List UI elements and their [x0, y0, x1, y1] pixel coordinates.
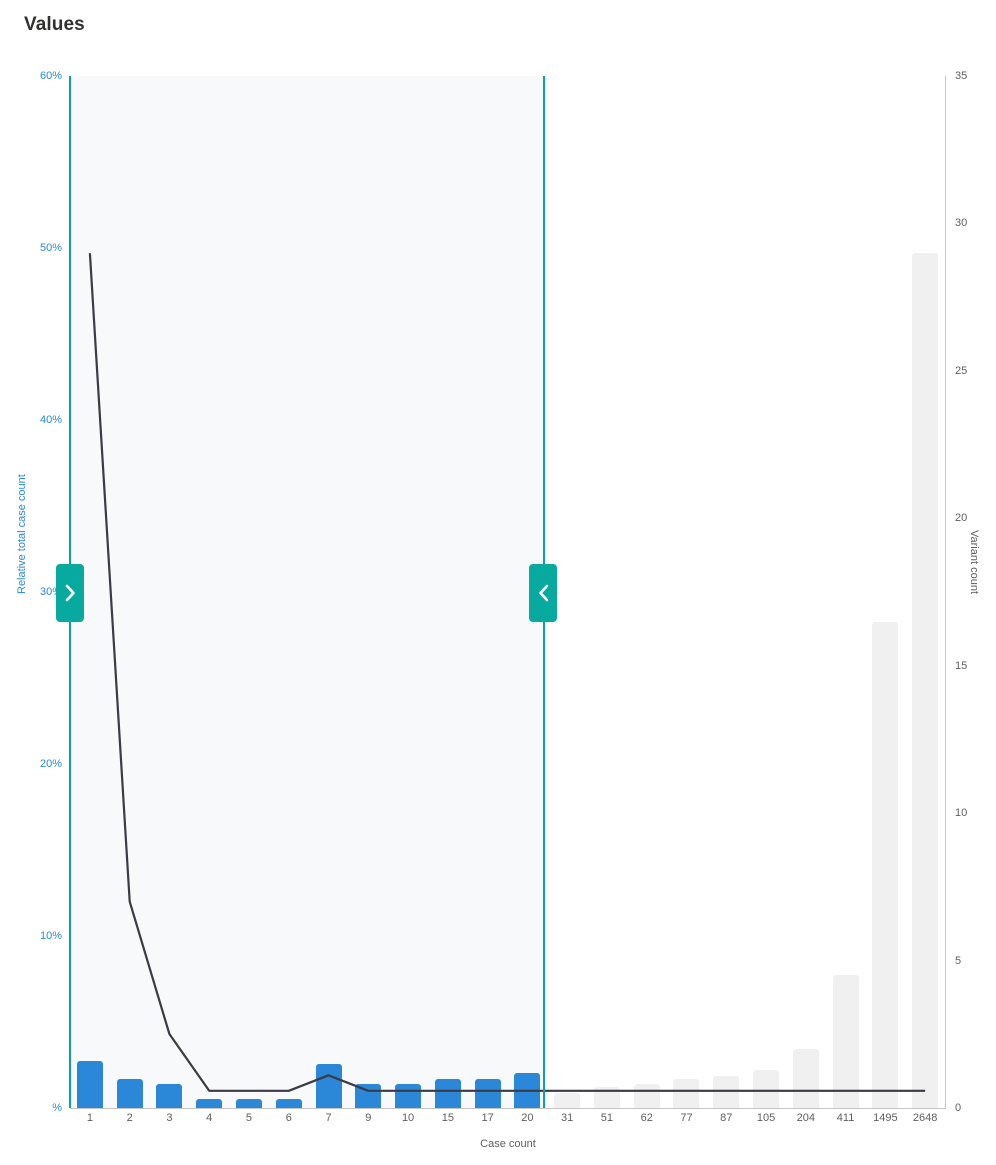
brush-selection-region[interactable]: [70, 76, 544, 1108]
bar-6[interactable]: [275, 1099, 302, 1108]
chevron-right-icon: [64, 583, 77, 603]
bar-3[interactable]: [156, 1084, 183, 1108]
x-tick-4: 4: [206, 1112, 213, 1124]
bar-7[interactable]: [315, 1063, 342, 1108]
values-panel: Values Relative total case count % 10% 20%…: [0, 0, 996, 1165]
bar-62[interactable]: [633, 1084, 660, 1108]
left-y-tick-6: 60%: [39, 70, 62, 82]
bar-17[interactable]: [474, 1078, 501, 1108]
bar-15[interactable]: [434, 1078, 461, 1108]
x-tick-6: 6: [285, 1112, 292, 1124]
right-y-axis-line: [945, 76, 946, 1109]
bar-10[interactable]: [395, 1084, 422, 1108]
x-tick-87: 87: [720, 1112, 733, 1124]
bar-1[interactable]: [76, 1060, 103, 1108]
bar-51[interactable]: [593, 1087, 620, 1108]
left-y-tick-5: 50%: [39, 242, 62, 254]
x-tick-9: 9: [365, 1112, 372, 1124]
right-y-tick-5: 25: [955, 364, 968, 377]
bar-9[interactable]: [355, 1084, 382, 1108]
x-tick-1495: 1495: [873, 1112, 898, 1124]
chevron-left-icon: [537, 583, 550, 603]
x-tick-5: 5: [245, 1112, 253, 1124]
bar-20[interactable]: [514, 1072, 541, 1108]
bar-1495[interactable]: [872, 621, 899, 1108]
bar-31[interactable]: [554, 1093, 581, 1108]
x-tick-7: 7: [325, 1112, 332, 1124]
bar-5[interactable]: [235, 1099, 262, 1108]
left-y-tick-1: 10%: [39, 930, 62, 942]
left-y-tick-2: 20%: [39, 758, 62, 770]
bar-204[interactable]: [792, 1049, 819, 1108]
bar-77[interactable]: [673, 1078, 700, 1108]
bar-2648[interactable]: [912, 252, 939, 1108]
brush-handle-right[interactable]: [529, 564, 557, 622]
bar-105[interactable]: [753, 1069, 780, 1108]
x-axis: 1 2 3 4 5 6 7 9 10 15 17 20 31 51 62 77 87 105 204 411 1495 2…: [70, 1112, 945, 1162]
bar-411[interactable]: [832, 975, 859, 1108]
x-tick-2: 2: [126, 1112, 133, 1124]
brush-handle-left[interactable]: [56, 564, 84, 622]
x-tick-51: 51: [600, 1112, 614, 1124]
right-y-tick-0: 0: [955, 1102, 962, 1114]
x-tick-10: 10: [401, 1112, 415, 1124]
right-y-tick-4: 20: [955, 512, 968, 525]
x-tick-31: 31: [561, 1112, 574, 1124]
x-tick-15: 15: [441, 1112, 454, 1124]
right-y-axis-label: Variant count: [968, 530, 980, 595]
right-y-tick-6: 30: [955, 217, 968, 230]
x-tick-2648: 2648: [912, 1112, 938, 1124]
x-tick-1: 1: [86, 1112, 93, 1124]
left-y-tick-4: 40%: [39, 414, 62, 426]
right-y-tick-2: 10: [955, 807, 968, 820]
left-y-axis-label: Relative total case count: [16, 474, 28, 594]
right-y-tick-1: 5: [955, 954, 962, 967]
x-tick-3: 3: [166, 1112, 173, 1124]
x-tick-105: 105: [756, 1112, 776, 1124]
bar-2[interactable]: [116, 1078, 143, 1108]
x-tick-77: 77: [680, 1112, 693, 1124]
x-tick-17: 17: [481, 1112, 494, 1124]
x-tick-62: 62: [640, 1112, 653, 1124]
right-y-tick-7: 35: [955, 70, 968, 82]
x-tick-204: 204: [796, 1112, 815, 1124]
bar-87[interactable]: [713, 1075, 740, 1108]
x-tick-411: 411: [836, 1112, 855, 1124]
bar-4[interactable]: [196, 1099, 223, 1108]
right-y-tick-3: 15: [955, 659, 968, 672]
x-tick-20: 20: [521, 1112, 534, 1124]
x-axis-line: [70, 1108, 945, 1109]
x-axis-label: Case count: [480, 1138, 536, 1150]
left-y-tick-0: %: [52, 1102, 62, 1114]
chart-plot-area[interactable]: [56, 76, 946, 1109]
